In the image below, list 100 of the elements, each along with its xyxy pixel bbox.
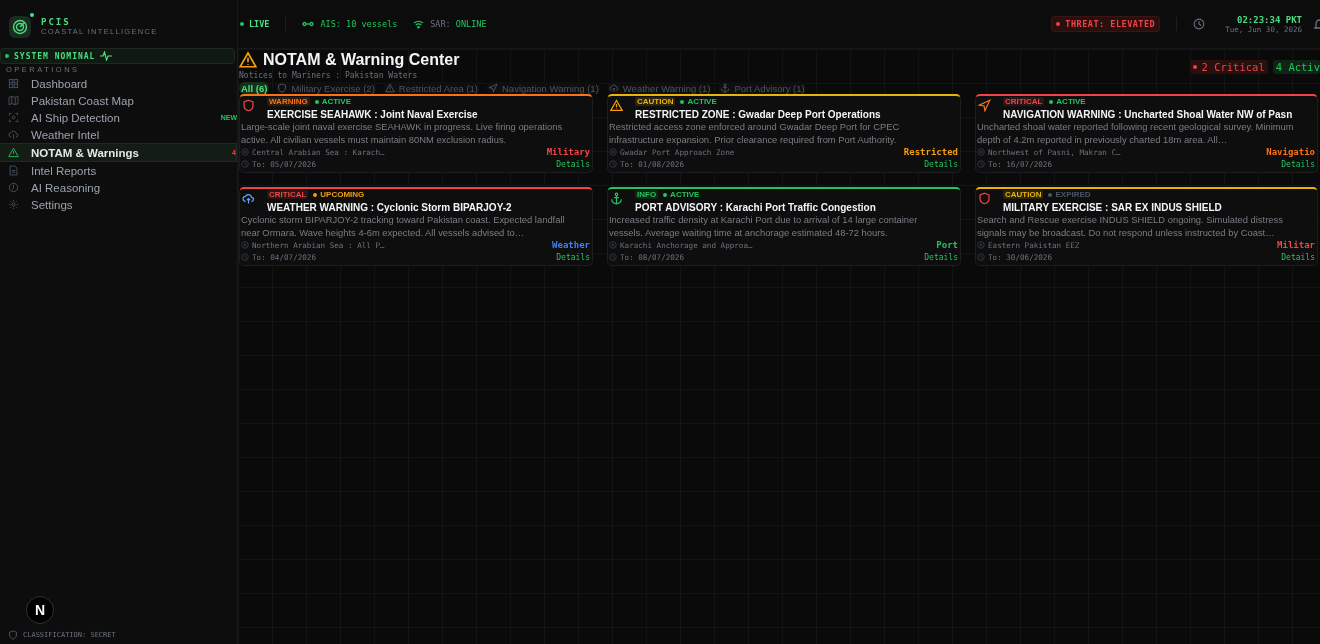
card-title: MILITARY EXERCISE : SAR EX INDUS SHIELD (1003, 202, 1223, 213)
shield-icon (978, 192, 991, 205)
clock-icon (609, 253, 617, 261)
sar-label: SAR: (430, 19, 451, 29)
card-description: Cyclonic storm BIPARJOY-2 tracking toward Pakistan coast. Expected landfall near Ormara. Wave heights 4-6m expected. All vessels advised to… (241, 214, 566, 239)
status-label: ACTIVE (314, 97, 351, 106)
active-count-badge: 4 Activ (1272, 60, 1320, 74)
category-label: Weather (552, 240, 590, 250)
location-icon (241, 148, 249, 156)
sar-status: ONLINE (455, 19, 487, 29)
live-indicator: LIVE (240, 19, 270, 29)
signal-icon (302, 20, 315, 28)
cloud-icon (608, 83, 619, 93)
page-subtitle: Notices to Mariners : Pakistan Waters (239, 71, 419, 80)
shield-icon (277, 83, 288, 93)
status-label: ACTIVE (1049, 97, 1086, 106)
category-label: Militar (1277, 240, 1315, 250)
card-description: Increased traffic density at Karachi Port due to arrival of 14 large container vessels. Average waiting time at anchorage estimated 48-72 hours. (609, 214, 919, 239)
warning-card[interactable] (975, 94, 1318, 173)
details-link[interactable]: Details (1281, 159, 1315, 169)
sidebar-item[interactable]: Settings (0, 196, 237, 213)
status-label: EXPIRED (1048, 190, 1091, 199)
bell-icon[interactable] (1314, 18, 1320, 30)
warning-icon (239, 51, 257, 69)
category-label: Restricted (903, 147, 958, 157)
severity-badge: CRITICAL (1003, 97, 1045, 106)
details-link[interactable]: Details (924, 252, 958, 262)
anchor-icon (720, 83, 731, 93)
clock-icon (977, 160, 985, 168)
warning-card[interactable] (607, 94, 961, 173)
threat-badge: THREAT: ELEVATED (1051, 16, 1161, 32)
warning-card[interactable] (607, 187, 961, 266)
clock-icon (977, 253, 985, 261)
clock-icon (609, 160, 617, 168)
details-link[interactable]: Details (556, 252, 590, 262)
location-icon (241, 241, 249, 249)
card-description: Uncharted shoal water reported following recent geological survey. Minimum depth of 4.2m reported in previously charted 18m area. All… (977, 121, 1295, 146)
card-title: EXERCISE SEAHAWK : Joint Naval Exercise (267, 109, 479, 120)
critical-count-badge: 2 Critical (1189, 60, 1268, 74)
category-label: Navigatio (1266, 147, 1315, 157)
location-icon (977, 148, 985, 156)
sidebar-item[interactable]: Intel Reports (0, 162, 237, 179)
navigation-icon (488, 83, 498, 93)
clock-icon (241, 253, 249, 261)
sidebar-item[interactable]: Weather Intel (0, 126, 237, 143)
warning-card[interactable] (239, 94, 593, 173)
dev-indicator-button[interactable]: N (26, 596, 54, 624)
details-link[interactable]: Details (924, 159, 958, 169)
category-label: Port (936, 240, 958, 250)
location-icon (977, 241, 985, 249)
clock-icon (1193, 18, 1206, 30)
sidebar-item[interactable]: Pakistan Coast Map (0, 92, 237, 109)
card-title: WEATHER WARNING : Cyclonic Storm BIPARJOY-2 (267, 202, 513, 213)
cloud-icon (242, 192, 255, 205)
brand-name: PCIS (41, 17, 72, 27)
sidebar-item[interactable]: AI Reasoning (0, 179, 237, 196)
status-label: ACTIVE (680, 97, 717, 106)
card-description: Large-scale joint naval exercise SEAHAWK in progress. Live firing operations active. All civilian vessels must maintain 80NM exclusion radius. (241, 121, 564, 146)
severity-badge: CRITICAL (267, 190, 309, 199)
severity-badge: WARNING (267, 97, 310, 106)
anchor-icon (610, 192, 623, 205)
settings-icon (8, 199, 19, 210)
clock-time: 02:23:34 PKT (1236, 14, 1302, 25)
status-label: UPCOMING (313, 190, 365, 199)
warning-icon (384, 83, 395, 93)
system-status: SYSTEM NOMINAL (14, 51, 96, 61)
cloud-icon (8, 129, 19, 140)
pulse-icon (100, 51, 113, 61)
ais-status: AIS: 10 vessels (320, 19, 398, 29)
card-title: RESTRICTED ZONE : Gwadar Deep Port Operations (635, 109, 882, 120)
page-title: NOTAM & Warning Center (263, 51, 460, 69)
map-icon (8, 95, 19, 106)
warning-card[interactable] (239, 187, 593, 266)
wifi-icon (413, 19, 425, 29)
severity-badge: INFO (635, 190, 659, 199)
severity-badge: CAUTION (1003, 190, 1044, 199)
warning-icon (610, 99, 623, 112)
card-title: PORT ADVISORY : Karachi Port Traffic Congestion (635, 202, 877, 213)
navigation-icon (978, 99, 991, 112)
filter-chip[interactable]: All (6) (239, 82, 270, 94)
shield-icon (8, 630, 18, 640)
radar-logo (9, 15, 31, 38)
scan-icon (8, 112, 19, 123)
location-icon (609, 241, 617, 249)
status-label: ACTIVE (663, 190, 700, 199)
card-title: NAVIGATION WARNING : Uncharted Shoal Water NW of Pasn (1003, 109, 1294, 120)
card-description: Restricted access zone enforced around Gwadar Deep Port for CPEC infrastructure expansion. Prior clearance required from Port Authority. (609, 121, 901, 146)
details-link[interactable]: Details (1281, 252, 1315, 262)
warning-icon (8, 147, 19, 158)
severity-badge: CAUTION (635, 97, 676, 106)
clock-icon (241, 160, 249, 168)
card-description: Search and Rescue exercise INDUS SHIELD ongoing. Simulated distress signals may be broadcast. Do not respond unless instructed by Coast… (977, 214, 1284, 239)
sidebar-item[interactable]: Dashboard (0, 75, 237, 92)
shield-icon (242, 99, 255, 112)
details-link[interactable]: Details (556, 159, 590, 169)
dashboard-icon (8, 78, 19, 89)
category-label: Military (546, 147, 590, 157)
document-icon (8, 165, 19, 176)
location-icon (609, 148, 617, 156)
warning-card[interactable] (975, 187, 1318, 266)
